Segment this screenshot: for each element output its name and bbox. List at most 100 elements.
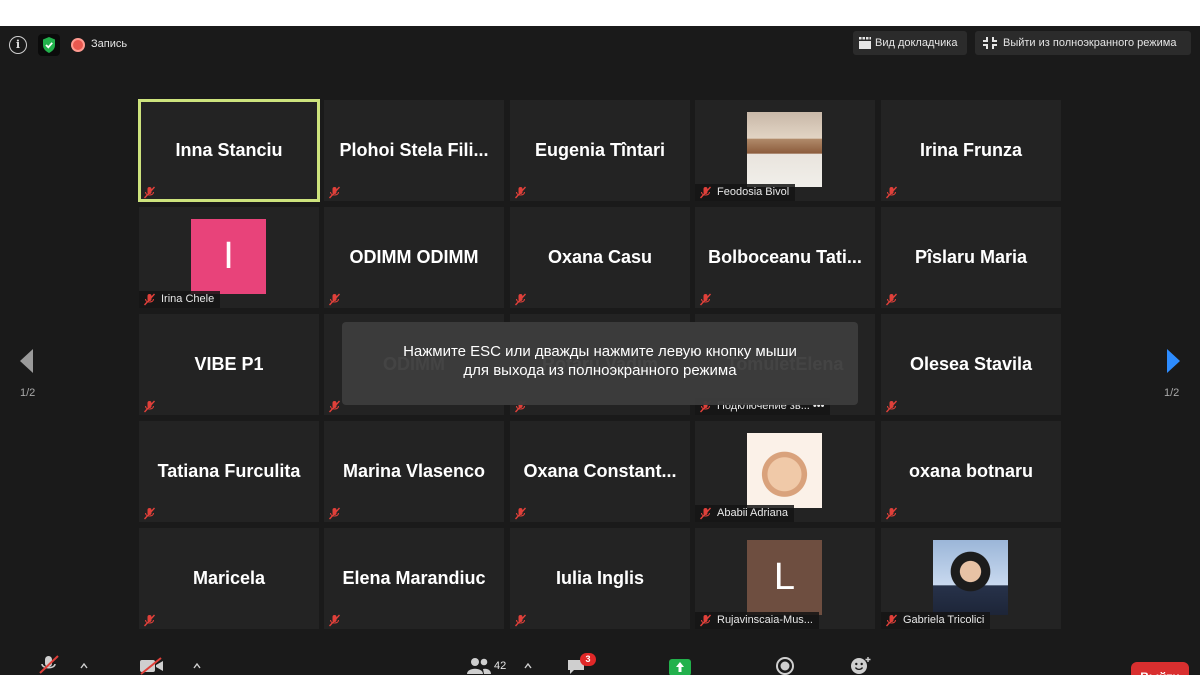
next-page-arrow-icon[interactable] xyxy=(1166,348,1182,374)
participant-tile[interactable]: Plohoi Stela Fili... xyxy=(324,100,504,201)
microphone-muted-icon[interactable] xyxy=(38,655,60,675)
record-icon[interactable] xyxy=(775,657,795,675)
participant-label: Ababii Adriana xyxy=(695,505,794,522)
recording-label: Запись xyxy=(91,38,128,50)
share-arrow-icon xyxy=(676,662,684,672)
participant-name: Iulia Inglis xyxy=(555,568,644,588)
muted-mic-icon xyxy=(328,507,341,520)
participant-tile[interactable]: Iulia Inglis xyxy=(510,528,690,629)
participant-tile[interactable]: oxana botnaru xyxy=(881,421,1061,522)
avatar: L xyxy=(747,540,822,615)
participant-label xyxy=(510,291,532,308)
prev-page-arrow-icon[interactable] xyxy=(18,348,34,374)
participant-tile[interactable]: Gabriela Tricolici xyxy=(881,528,1061,629)
participant-tile[interactable]: Inna Stanciu xyxy=(138,99,320,202)
participant-label xyxy=(324,505,346,522)
participants-icon[interactable] xyxy=(466,657,492,675)
muted-mic-icon xyxy=(885,507,898,520)
participant-tile[interactable]: I Irina Chele xyxy=(139,207,319,308)
participant-tile[interactable]: Bolboceanu Tati... xyxy=(695,207,875,308)
participant-name: Olesea Stavila xyxy=(909,354,1033,374)
muted-mic-icon xyxy=(328,186,341,199)
speaker-view-label: Вид докладчика xyxy=(875,37,958,49)
muted-mic-icon xyxy=(885,186,898,199)
participant-tile[interactable]: Pîslaru Maria xyxy=(881,207,1061,308)
audio-options-caret-icon[interactable] xyxy=(80,663,88,669)
participant-tile[interactable]: Ababii Adriana xyxy=(695,421,875,522)
muted-mic-icon xyxy=(143,400,156,413)
participant-label xyxy=(695,291,717,308)
muted-mic-icon xyxy=(143,186,156,199)
exit-fullscreen-label: Выйти из полноэкранного режима xyxy=(1003,37,1177,49)
participant-label-text: Gabriela Tricolici xyxy=(903,614,985,626)
exit-fullscreen-button[interactable]: Выйти из полноэкранного режима xyxy=(975,31,1191,55)
participants-count: 42 xyxy=(494,660,507,672)
participant-name: Oxana Constant... xyxy=(523,461,677,481)
participant-tile[interactable]: Eugenia Tîntari xyxy=(510,100,690,201)
participant-tile[interactable]: Marina Vlasenco xyxy=(324,421,504,522)
muted-mic-icon xyxy=(699,614,712,627)
participant-tile[interactable]: Oxana Constant... xyxy=(510,421,690,522)
participant-name: oxana botnaru xyxy=(908,461,1033,481)
participant-label-text: Rujavinscaia-Mus... xyxy=(717,614,813,626)
participant-tile[interactable]: VIBE P1 xyxy=(139,314,319,415)
reactions-icon[interactable] xyxy=(850,656,872,675)
participant-label xyxy=(510,612,532,629)
participants-options-caret-icon[interactable] xyxy=(524,663,532,669)
chat-unread-badge: 3 xyxy=(580,653,596,666)
muted-mic-icon xyxy=(885,400,898,413)
participant-name: Inna Stanciu xyxy=(175,140,283,160)
muted-mic-icon xyxy=(328,614,341,627)
hint-line-2: для выхода из полноэкранного режима xyxy=(463,362,737,379)
muted-mic-icon xyxy=(699,293,712,306)
fullscreen-exit-hint: Нажмите ESC или дважды нажмите левую кно… xyxy=(342,322,858,405)
participant-tile[interactable]: Elena Marandiuc xyxy=(324,528,504,629)
participant-name: Maricela xyxy=(192,568,266,588)
muted-mic-icon xyxy=(143,293,156,306)
participant-label xyxy=(139,184,161,201)
participant-label xyxy=(139,505,161,522)
participant-name: VIBE P1 xyxy=(194,354,264,374)
leave-meeting-button[interactable]: Выйти xyxy=(1131,662,1189,675)
participant-label xyxy=(139,612,161,629)
participant-name: Tatiana Furculita xyxy=(157,461,301,481)
muted-mic-icon xyxy=(885,293,898,306)
video-options-caret-icon[interactable] xyxy=(193,663,201,669)
info-icon[interactable]: i xyxy=(9,36,27,54)
participant-tile[interactable]: Irina Frunza xyxy=(881,100,1061,201)
participant-name: ODIMM ODIMM xyxy=(349,247,479,267)
participant-label xyxy=(881,398,903,415)
participant-tile[interactable]: Tatiana Furculita xyxy=(139,421,319,522)
speaker-view-button[interactable]: Вид докладчика xyxy=(853,31,967,55)
hint-line-1: Нажмите ESC или дважды нажмите левую кно… xyxy=(403,343,797,360)
exit-fullscreen-icon xyxy=(983,37,997,49)
muted-mic-icon xyxy=(699,507,712,520)
video-off-icon[interactable] xyxy=(139,657,165,675)
participant-label xyxy=(881,505,903,522)
participant-label: Feodosia Bivol xyxy=(695,184,796,201)
participant-name: Pîslaru Maria xyxy=(914,247,1028,267)
muted-mic-icon xyxy=(699,186,712,199)
participant-name: Oxana Casu xyxy=(547,247,653,267)
participant-name: Irina Frunza xyxy=(919,140,1022,160)
participant-photo xyxy=(933,540,1008,615)
participant-tile[interactable]: L Rujavinscaia-Mus... xyxy=(695,528,875,629)
security-shield-icon[interactable] xyxy=(38,34,60,56)
participant-tile[interactable]: Olesea Stavila xyxy=(881,314,1061,415)
participant-label xyxy=(881,291,903,308)
participant-label: Irina Chele xyxy=(139,291,221,308)
recording-indicator-icon xyxy=(71,38,85,52)
participant-label-text: Irina Chele xyxy=(161,293,215,305)
participant-label: Rujavinscaia-Mus... xyxy=(695,612,819,629)
participant-name: Marina Vlasenco xyxy=(342,461,486,481)
participant-tile[interactable]: Maricela xyxy=(139,528,319,629)
muted-mic-icon xyxy=(514,293,527,306)
participant-tile[interactable]: ODIMM ODIMM xyxy=(324,207,504,308)
participant-photo xyxy=(747,112,822,187)
share-screen-button[interactable] xyxy=(669,659,691,675)
participant-label xyxy=(510,505,532,522)
participant-tile[interactable]: Feodosia Bivol xyxy=(695,100,875,201)
muted-mic-icon xyxy=(328,400,341,413)
participant-label xyxy=(324,184,346,201)
participant-tile[interactable]: Oxana Casu xyxy=(510,207,690,308)
